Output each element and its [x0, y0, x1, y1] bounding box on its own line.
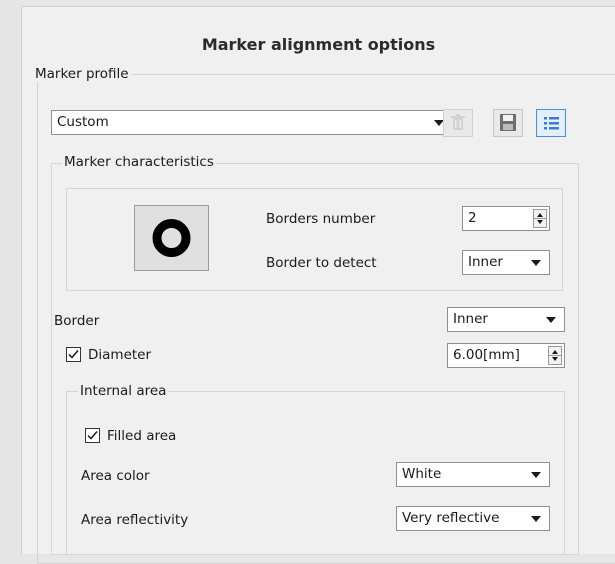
- border-value: Inner: [453, 311, 488, 327]
- area-reflectivity-label: Area reflectivity: [81, 512, 189, 528]
- chevron-down-icon: [531, 472, 541, 478]
- internal-area-legend: Internal area: [78, 383, 169, 399]
- filled-area-checkbox[interactable]: [85, 428, 100, 443]
- diameter-label: Diameter: [88, 347, 152, 363]
- border-select[interactable]: Inner: [447, 307, 565, 332]
- profile-list-button[interactable]: [536, 109, 566, 137]
- spin-buttons[interactable]: [548, 346, 562, 365]
- borders-number-value: 2: [468, 210, 477, 226]
- options-panel: Marker alignment options Marker profile …: [21, 6, 615, 564]
- borders-number-label: Borders number: [266, 211, 376, 227]
- checkmark-icon: [68, 350, 79, 359]
- ring-marker-icon: [152, 219, 191, 257]
- filled-area-label: Filled area: [107, 428, 177, 444]
- floppy-disk-icon: [500, 114, 516, 131]
- delete-profile-button[interactable]: [443, 109, 473, 137]
- diameter-value: 6.00[mm]: [453, 347, 520, 363]
- border-to-detect-select[interactable]: Inner: [462, 250, 550, 275]
- area-reflectivity-select[interactable]: Very reflective: [396, 506, 550, 531]
- spin-down-icon: [552, 357, 558, 361]
- area-color-select[interactable]: White: [396, 462, 550, 487]
- borders-number-stepper[interactable]: 2: [462, 206, 550, 231]
- dialog-title: Marker alignment options: [201, 35, 436, 54]
- spin-buttons[interactable]: [533, 209, 547, 228]
- marker-preview: [134, 205, 209, 271]
- border-to-detect-value: Inner: [468, 254, 503, 270]
- border-label: Border: [54, 313, 100, 329]
- spin-up-icon: [537, 213, 543, 217]
- marker-profile-legend: Marker profile: [35, 66, 131, 82]
- chevron-down-icon: [546, 317, 556, 323]
- checkmark-icon: [87, 431, 98, 440]
- spin-down-icon: [537, 220, 543, 224]
- area-color-label: Area color: [81, 468, 150, 484]
- area-color-value: White: [402, 466, 442, 482]
- list-icon: [544, 117, 559, 130]
- diameter-stepper[interactable]: 6.00[mm]: [447, 343, 565, 368]
- marker-characteristics-legend: Marker characteristics: [62, 154, 216, 170]
- marker-profile-select[interactable]: Custom: [51, 110, 453, 135]
- marker-profile-value: Custom: [57, 114, 109, 130]
- trash-icon: [451, 114, 465, 130]
- diameter-checkbox[interactable]: [66, 347, 81, 362]
- save-profile-button[interactable]: [493, 109, 523, 137]
- spin-up-icon: [552, 350, 558, 354]
- chevron-down-icon: [531, 260, 541, 266]
- area-reflectivity-value: Very reflective: [402, 510, 500, 526]
- border-to-detect-label: Border to detect: [266, 255, 377, 271]
- chevron-down-icon: [531, 516, 541, 522]
